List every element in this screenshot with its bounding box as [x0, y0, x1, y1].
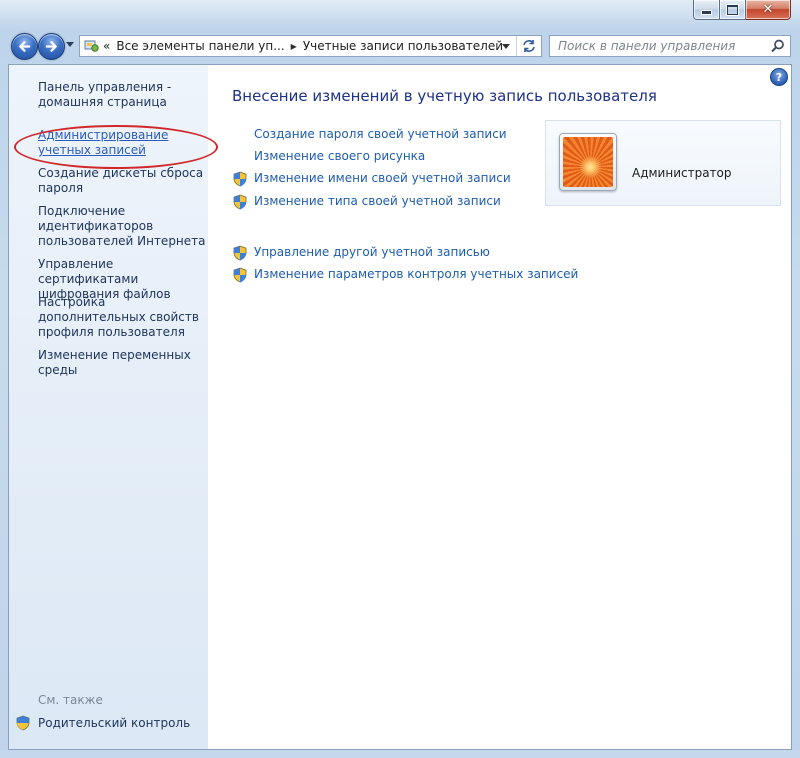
caption-buttons: ✕: [693, 0, 791, 20]
help-button[interactable]: ?: [770, 68, 788, 86]
address-bar[interactable]: « Все элементы панели уп... ▶ Учетные за…: [79, 35, 542, 57]
sidebar-item-reset-disk[interactable]: Создание дискеты сброса пароля: [38, 166, 206, 196]
close-icon: ✕: [762, 2, 774, 17]
recent-pages-dropdown[interactable]: [66, 42, 74, 47]
sidebar-item-control-panel-home[interactable]: Панель управления - домашняя страница: [38, 80, 206, 110]
uac-shield-icon: [233, 171, 247, 187]
uac-shield-icon: [16, 715, 30, 731]
breadcrumb-all-items[interactable]: Все элементы панели уп...: [116, 39, 284, 53]
breadcrumb-overflow[interactable]: «: [103, 39, 110, 53]
arrow-left-icon: [19, 41, 31, 52]
task-create-password[interactable]: Создание пароля своей учетной записи: [254, 127, 507, 141]
uac-shield-icon: [233, 267, 247, 283]
minimize-button[interactable]: [693, 0, 720, 20]
task-change-picture[interactable]: Изменение своего рисунка: [254, 149, 425, 163]
minimize-icon: [702, 11, 711, 14]
page-title: Внесение изменений в учетную запись поль…: [232, 87, 657, 105]
window-bottom-border: [0, 750, 800, 758]
user-card: Администратор: [545, 120, 781, 206]
refresh-icon: [523, 40, 535, 52]
sidebar-item-environment-variables[interactable]: Изменение переменных среды: [38, 348, 206, 378]
sidebar-item-manage-accounts[interactable]: Администрирование учетных записей: [38, 128, 206, 158]
close-button[interactable]: ✕: [746, 0, 791, 20]
chevron-down-icon: [502, 43, 510, 49]
flower-picture-icon: [563, 137, 613, 187]
search-input[interactable]: Поиск в панели управления: [558, 39, 735, 53]
sidebar: Панель управления - домашняя страница Ад…: [9, 65, 208, 749]
sidebar-item-online-ids[interactable]: Подключение идентификаторов пользователе…: [38, 204, 206, 249]
task-change-name[interactable]: Изменение имени своей учетной записи: [254, 171, 511, 185]
avatar[interactable]: [559, 133, 617, 191]
arrow-right-icon: [45, 41, 57, 52]
refresh-button[interactable]: [516, 36, 541, 56]
task-manage-another-account[interactable]: Управление другой учетной записью: [254, 245, 490, 259]
search-box[interactable]: Поиск в панели управления: [549, 35, 791, 57]
parental-control-link[interactable]: Родительский контроль: [15, 715, 190, 731]
back-button[interactable]: [11, 33, 38, 60]
maximize-icon: [727, 4, 738, 15]
breadcrumb-user-accounts[interactable]: Учетные записи пользователей: [303, 39, 503, 53]
sidebar-item-advanced-profile[interactable]: Настройка дополнительных свойств профиля…: [38, 295, 206, 340]
search-icon[interactable]: [770, 38, 786, 54]
user-name: Администратор: [632, 166, 732, 180]
maximize-button[interactable]: [720, 0, 746, 20]
window-frame: ✕ « Все элементы панели уп... ▶ Учетные …: [0, 0, 800, 758]
forward-button[interactable]: [38, 33, 65, 60]
address-dropdown-button[interactable]: [495, 36, 517, 56]
breadcrumb-separator-icon[interactable]: ▶: [291, 42, 297, 51]
uac-shield-icon: [233, 194, 247, 210]
task-change-account-type[interactable]: Изменение типа своей учетной записи: [254, 194, 501, 208]
uac-shield-icon: [233, 245, 247, 261]
task-uac-settings[interactable]: Изменение параметров контроля учетных за…: [254, 267, 578, 281]
parental-control-label: Родительский контроль: [38, 716, 191, 730]
see-also-heading: См. также: [38, 693, 103, 707]
client-area: Панель управления - домашняя страница Ад…: [8, 64, 792, 750]
control-panel-icon: [83, 38, 101, 54]
